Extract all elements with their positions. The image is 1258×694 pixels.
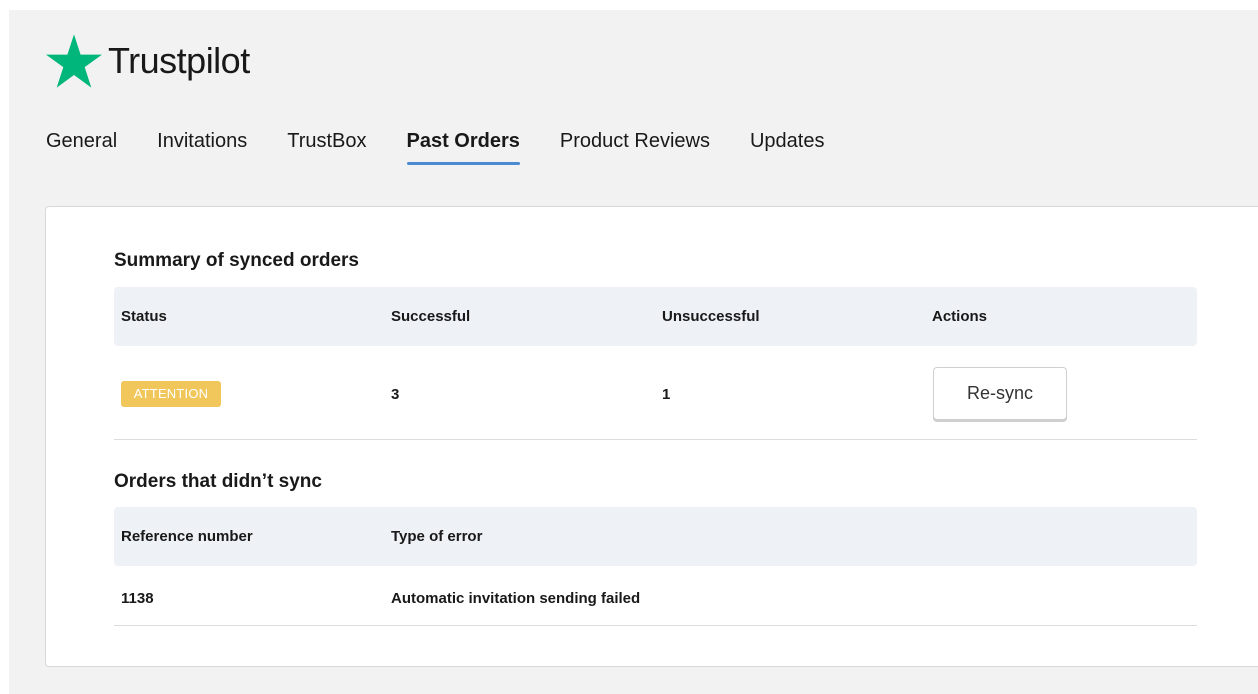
tab-invitations[interactable]: Invitations	[157, 130, 247, 163]
status-badge: ATTENTION	[121, 381, 221, 407]
tab-product-reviews[interactable]: Product Reviews	[560, 130, 710, 163]
tab-general[interactable]: General	[46, 130, 117, 163]
column-header-reference: Reference number	[121, 528, 253, 545]
star-icon	[46, 34, 102, 88]
failed-orders-table-header: Reference number Type of error	[114, 507, 1197, 566]
summary-table-header: Status Successful Unsuccessful Actions	[114, 287, 1197, 346]
column-header-actions: Actions	[932, 308, 988, 325]
tab-past-orders[interactable]: Past Orders	[406, 130, 521, 165]
tab-bar: General Invitations TrustBox Past Orders…	[46, 130, 864, 170]
column-header-unsuccessful: Unsuccessful	[662, 308, 760, 325]
tab-updates[interactable]: Updates	[750, 130, 825, 163]
re-sync-button[interactable]: Re-sync	[933, 367, 1067, 420]
column-header-status: Status	[121, 308, 167, 325]
column-header-error: Type of error	[391, 528, 483, 545]
tab-trustbox[interactable]: TrustBox	[287, 130, 366, 163]
summary-title: Summary of synced orders	[114, 250, 359, 271]
unsuccessful-count: 1	[662, 386, 671, 403]
reference-number: 1138	[121, 590, 154, 607]
trustpilot-logo[interactable]: Trustpilot	[46, 34, 250, 88]
column-header-successful: Successful	[391, 308, 471, 325]
failed-orders-divider	[114, 625, 1197, 626]
error-type: Automatic invitation sending failed	[391, 590, 641, 607]
brand-name: Trustpilot	[108, 40, 250, 81]
past-orders-panel	[45, 206, 1258, 667]
failed-orders-title: Orders that didn’t sync	[114, 471, 322, 492]
successful-count: 3	[391, 386, 400, 403]
summary-divider	[114, 439, 1197, 440]
